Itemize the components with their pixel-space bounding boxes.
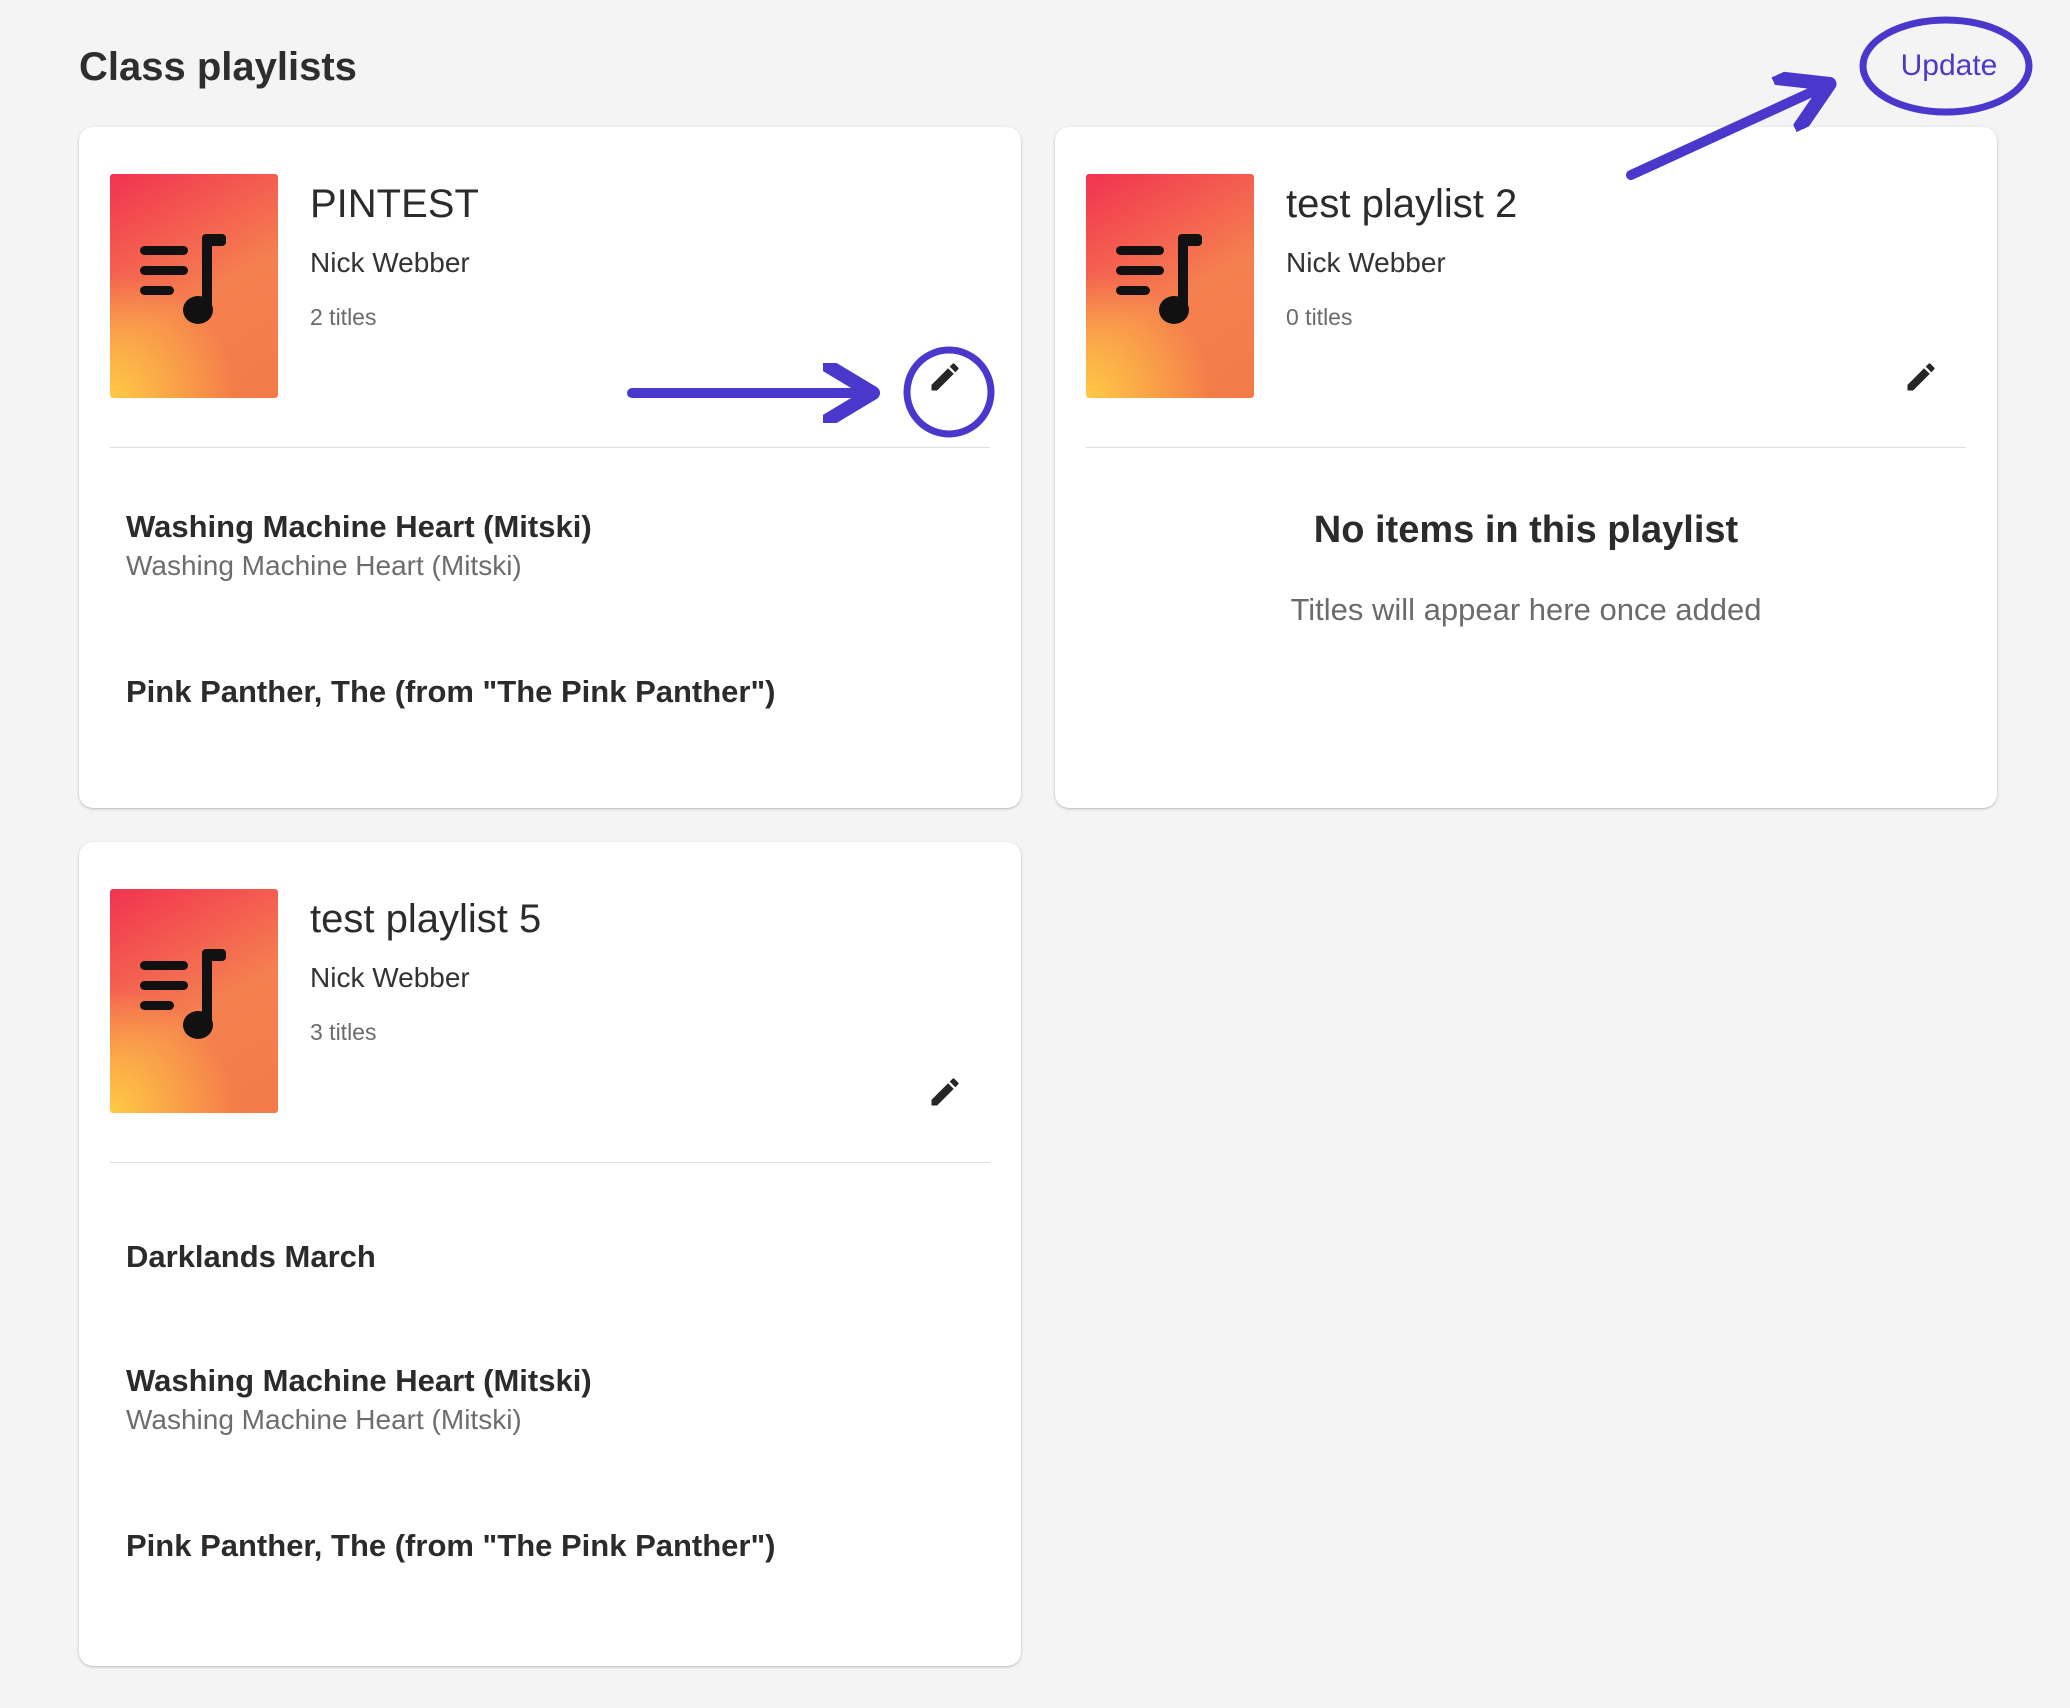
playlist-cover [1086, 174, 1254, 398]
track-title: Washing Machine Heart (Mitski) [126, 1363, 592, 1398]
playlist-title: test playlist 2 [1286, 182, 1518, 226]
list-item[interactable]: Pink Panther, The (from "The Pink Panthe… [126, 672, 776, 712]
playlist-cover [110, 889, 278, 1113]
card-divider [1086, 447, 1966, 448]
empty-state-title: No items in this playlist [1313, 509, 1739, 551]
playlist-count: 2 titles [310, 304, 377, 330]
list-item[interactable]: Washing Machine Heart (Mitski) Washing M… [126, 1361, 592, 1439]
card-divider [110, 1162, 990, 1163]
track-subtitle: Washing Machine Heart (Mitski) [126, 1404, 522, 1435]
playlist-count: 0 titles [1286, 304, 1353, 330]
track-subtitle: Washing Machine Heart (Mitski) [126, 550, 522, 581]
page-title: Class playlists [79, 45, 357, 89]
playlist-owner: Nick Webber [310, 962, 470, 993]
playlist-card-pintest: PINTEST Nick Webber 2 titles Washing Mac… [79, 127, 1021, 808]
playlist-title: test playlist 5 [310, 897, 542, 941]
track-title: Pink Panther, The (from "The Pink Panthe… [126, 674, 776, 709]
card-divider [110, 447, 990, 448]
playlist-owner: Nick Webber [310, 247, 470, 278]
playlist-music-icon [140, 949, 226, 1039]
list-item[interactable]: Washing Machine Heart (Mitski) Washing M… [126, 507, 592, 585]
update-button[interactable]: Update [1862, 26, 2036, 106]
track-title: Pink Panther, The (from "The Pink Panthe… [126, 1528, 776, 1563]
list-item[interactable]: Darklands March [126, 1237, 376, 1277]
playlist-title: PINTEST [310, 182, 479, 226]
playlist-card-test-playlist-2: test playlist 2 Nick Webber 0 titles No … [1055, 127, 1997, 808]
playlist-cover [110, 174, 278, 398]
playlist-count: 3 titles [310, 1019, 377, 1045]
playlist-music-icon [1116, 234, 1202, 324]
playlist-owner: Nick Webber [1286, 247, 1446, 278]
pencil-icon [931, 1078, 959, 1106]
edit-playlist-button[interactable] [913, 345, 977, 409]
track-title: Washing Machine Heart (Mitski) [126, 509, 592, 544]
pencil-icon [931, 363, 959, 391]
edit-playlist-button[interactable] [1889, 345, 1953, 409]
empty-state-subtitle: Titles will appear here once added [1290, 592, 1762, 627]
pencil-icon [1907, 363, 1935, 391]
track-title: Darklands March [126, 1239, 376, 1274]
edit-playlist-button[interactable] [913, 1060, 977, 1124]
playlist-music-icon [140, 234, 226, 324]
playlist-card-test-playlist-5: test playlist 5 Nick Webber 3 titles Dar… [79, 842, 1021, 1666]
list-item[interactable]: Pink Panther, The (from "The Pink Panthe… [126, 1526, 776, 1566]
